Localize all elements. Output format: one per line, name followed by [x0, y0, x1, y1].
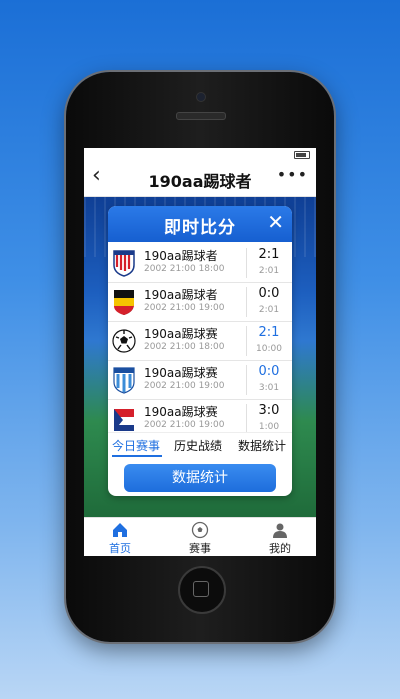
half-time: 2:01: [258, 266, 280, 276]
match-list[interactable]: 190aa踢球者 2002 21:00 18:00 2:1 2:01 190aa…: [108, 244, 292, 432]
half-time: 10:00: [256, 344, 282, 354]
close-icon[interactable]: ✕: [267, 211, 284, 233]
match-time: 2002 21:00 18:00: [144, 264, 225, 274]
live-score-panel: 即时比分 ✕ 190aa踢球者 2002 21:00 18:00 2:1 2:0…: [108, 206, 292, 496]
divider: [246, 404, 247, 432]
more-icon[interactable]: •••: [277, 165, 308, 184]
match-row[interactable]: 190aa踢球者 2002 21:00 18:00 2:1 2:01: [108, 244, 292, 283]
nav-item-profile[interactable]: 我的: [250, 521, 310, 556]
divider: [246, 326, 247, 356]
soccer-ball-icon: [112, 329, 136, 353]
club-crest-icon: [113, 367, 135, 394]
phone-screen: ‹ 190aa踢球者 ••• 即时比分 ✕ 190aa踢球者 2002 21:0…: [84, 148, 316, 556]
nav-item-matches[interactable]: 赛事: [170, 521, 230, 556]
team-name: 190aa踢球赛: [144, 366, 218, 380]
team-name: 190aa踢球者: [144, 249, 218, 263]
front-camera: [196, 92, 206, 102]
match-time: 2002 21:00 19:00: [144, 303, 225, 313]
match-row[interactable]: 190aa踢球赛 2002 21:00 19:00 3:0 1:00: [108, 400, 292, 432]
match-time: 2002 21:00 19:00: [144, 420, 225, 430]
panel-tabs: 今日赛事 历史战绩 数据统计: [108, 432, 292, 457]
half-time: 1:00: [258, 422, 280, 432]
tab-history-record[interactable]: 历史战绩: [174, 437, 222, 454]
match-score: 3:0: [258, 403, 280, 418]
panel-header: 即时比分 ✕: [108, 206, 292, 242]
match-row[interactable]: 190aa踢球赛 2002 21:00 18:00 2:1 10:00: [108, 322, 292, 361]
earpiece-speaker: [176, 112, 226, 120]
match-time: 2002 21:00 18:00: [144, 342, 225, 352]
nav-label: 赛事: [189, 542, 211, 555]
tab-today-matches[interactable]: 今日赛事: [112, 437, 160, 454]
team-name: 190aa踢球赛: [144, 405, 218, 419]
battery-icon: [294, 151, 310, 159]
panel-title: 即时比分: [164, 218, 236, 238]
match-score: 0:0: [258, 364, 280, 379]
user-icon: [273, 523, 287, 538]
ball-icon: [191, 521, 209, 539]
club-crest-icon: [114, 290, 134, 315]
home-icon: [113, 523, 127, 537]
home-button[interactable]: [178, 566, 226, 614]
navigation-bar: ‹ 190aa踢球者 •••: [84, 160, 316, 197]
divider: [246, 365, 247, 395]
club-crest-icon: [113, 250, 135, 277]
nav-label: 我的: [269, 542, 291, 555]
team-name: 190aa踢球赛: [144, 327, 218, 341]
active-tab-indicator: [112, 455, 162, 457]
match-row[interactable]: 190aa踢球者 2002 21:00 19:00 0:0 2:01: [108, 283, 292, 322]
match-score: 0:0: [258, 286, 280, 301]
team-name: 190aa踢球者: [144, 288, 218, 302]
half-time: 2:01: [258, 305, 280, 315]
nav-item-home[interactable]: 首页: [90, 521, 150, 556]
divider: [246, 248, 247, 278]
match-score: 2:1: [258, 325, 280, 340]
nav-label: 首页: [109, 542, 131, 555]
data-stats-button[interactable]: 数据统计: [124, 464, 276, 492]
match-score: 2:1: [258, 247, 280, 262]
divider: [246, 287, 247, 317]
tab-data-stats[interactable]: 数据统计: [238, 437, 286, 454]
status-bar: [294, 151, 310, 159]
half-time: 3:01: [258, 383, 280, 393]
match-time: 2002 21:00 19:00: [144, 381, 225, 391]
club-flag-icon: [114, 409, 134, 431]
bottom-navigation: 首页 赛事 我的: [84, 517, 316, 556]
match-row[interactable]: 190aa踢球赛 2002 21:00 19:00 0:0 3:01: [108, 361, 292, 400]
